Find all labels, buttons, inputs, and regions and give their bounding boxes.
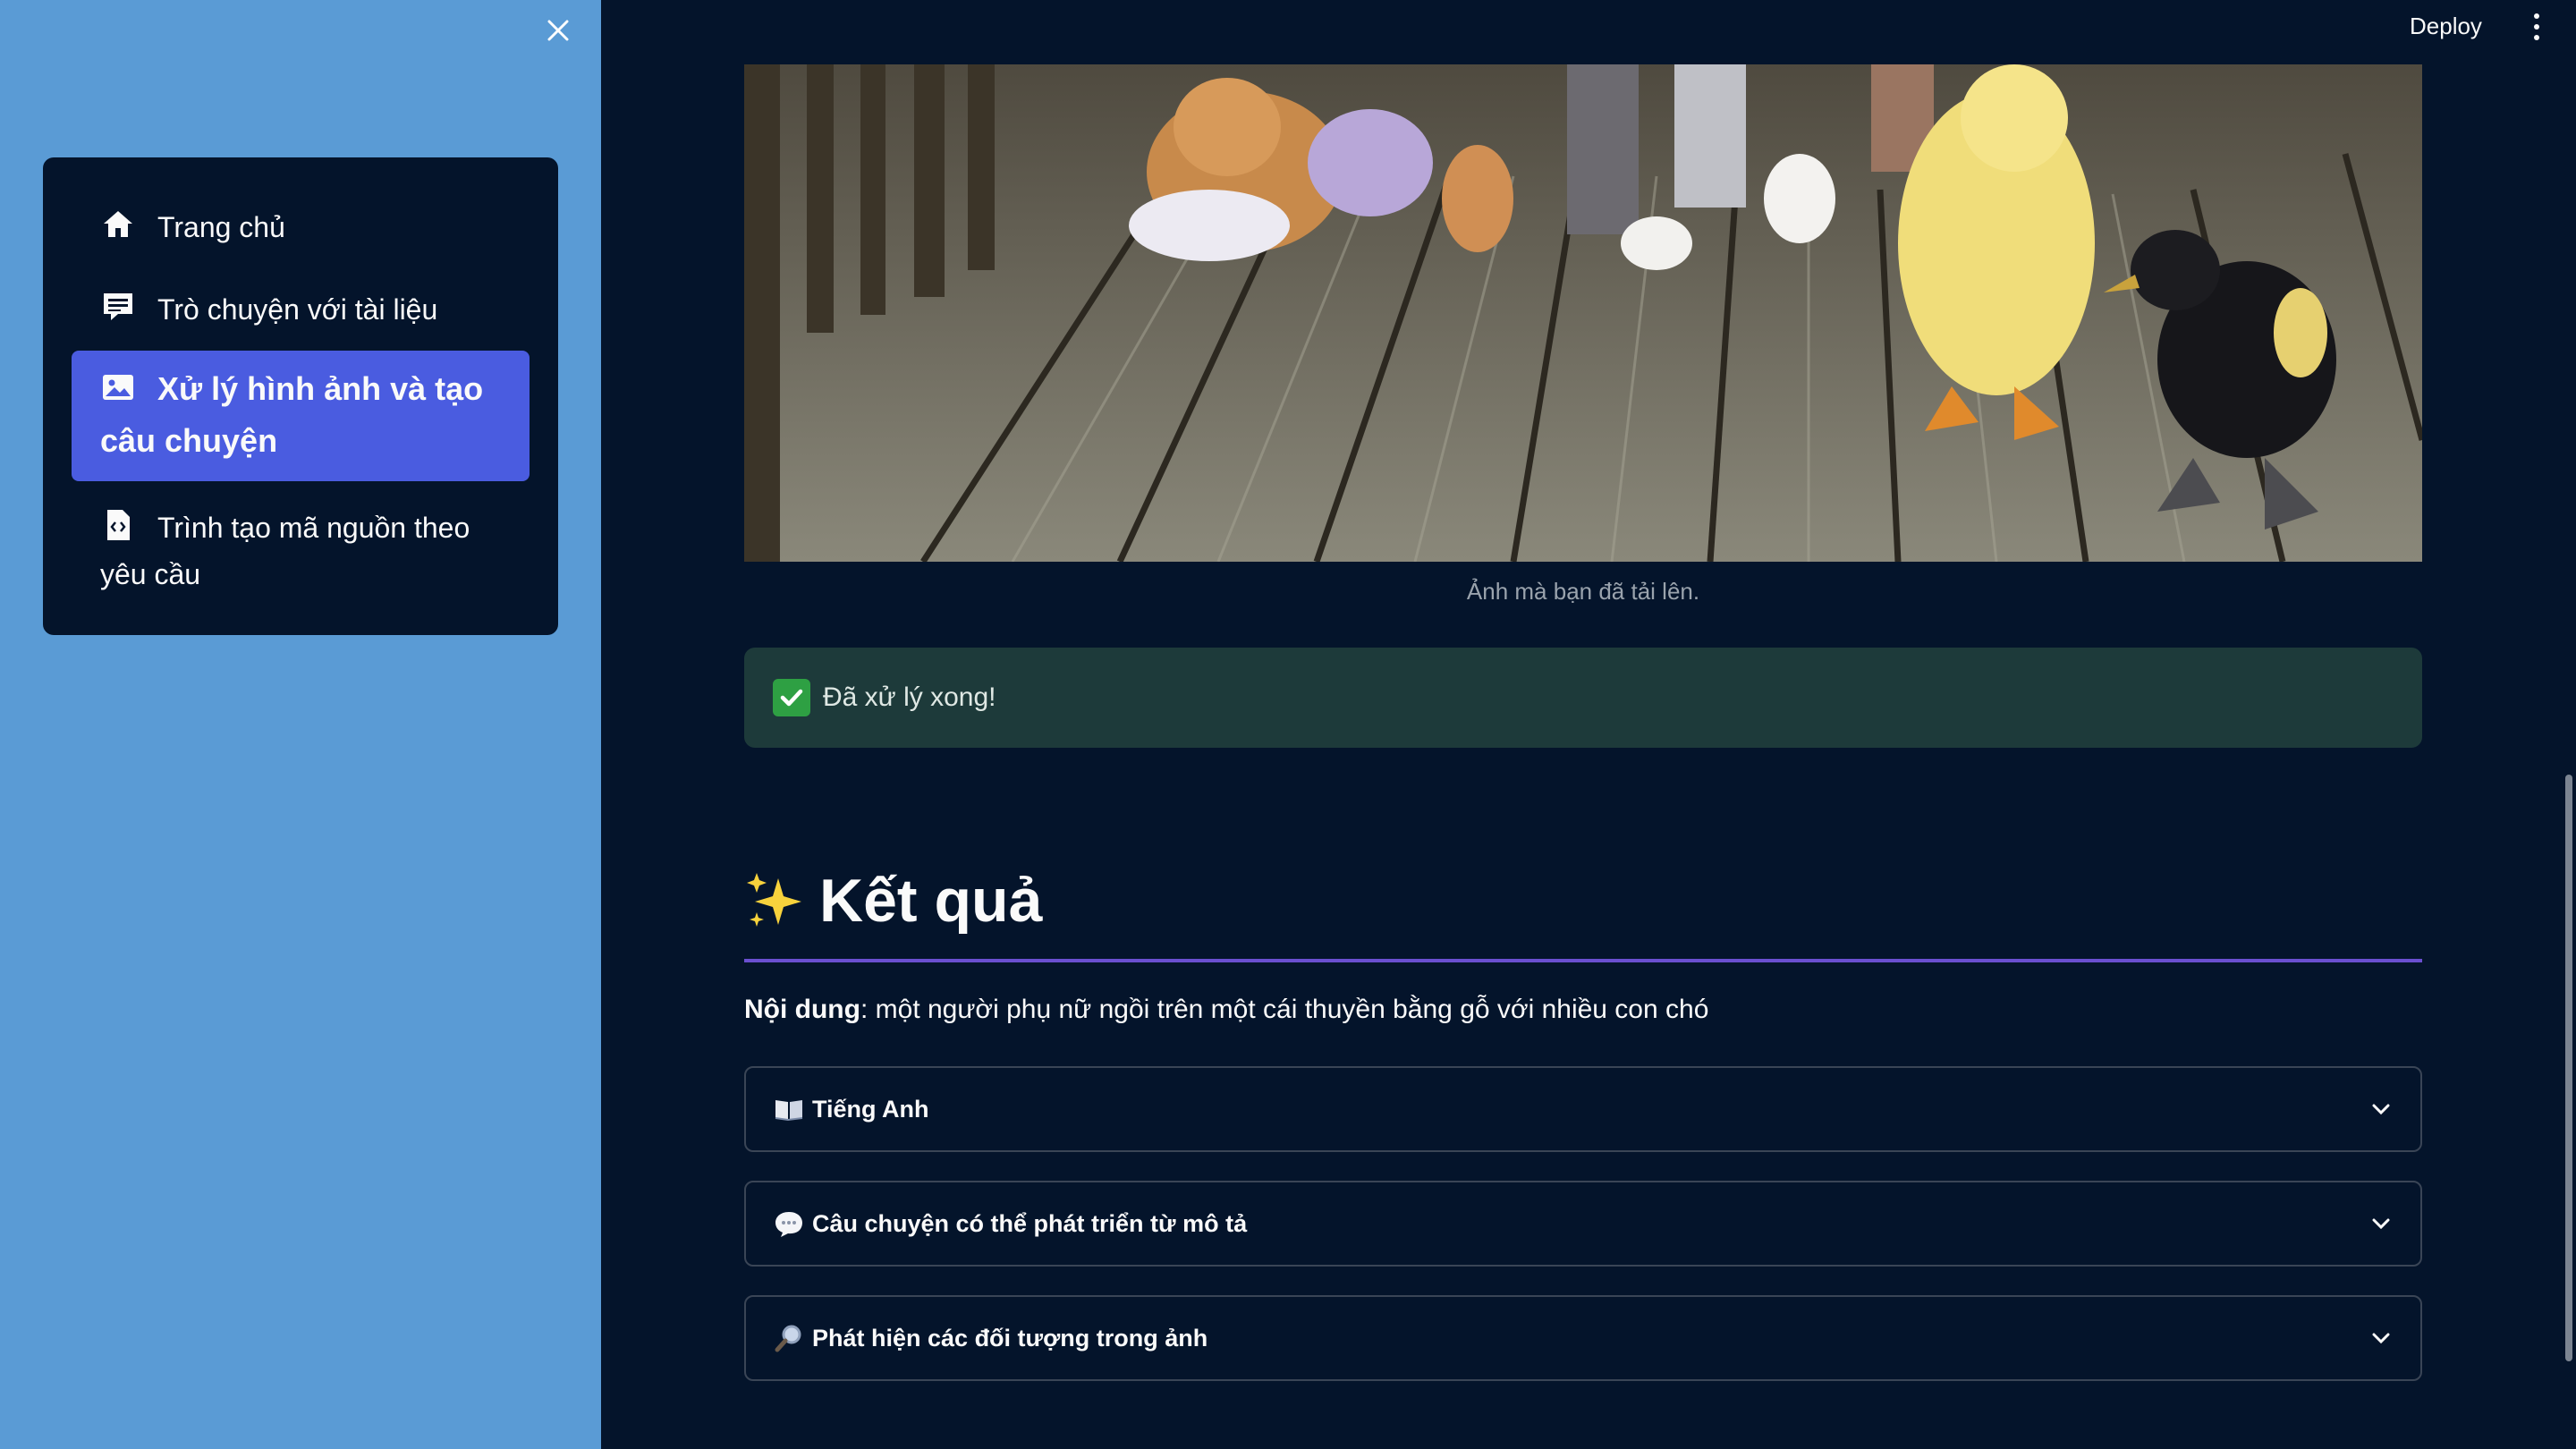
- expander-object-detection[interactable]: Phát hiện các đối tượng trong ảnh: [744, 1295, 2422, 1381]
- speech-bubble-icon: [775, 1212, 802, 1237]
- nav-item-label: Trò chuyện với tài liệu: [157, 293, 438, 326]
- uploaded-photo-illustration: [744, 64, 2422, 562]
- expander-story[interactable]: Câu chuyện có thể phát triển từ mô tả: [744, 1181, 2422, 1267]
- navigation-menu: Trang chủ Trò chuyện với tài liệu Xử lý …: [43, 157, 558, 635]
- check-mark-icon: [773, 679, 810, 716]
- more-vertical-icon: [2534, 13, 2539, 19]
- content-text: : một người phụ nữ ngồi trên một cái thu…: [860, 995, 1709, 1024]
- code-file-icon: [107, 510, 130, 540]
- results-title: Kết quả: [819, 867, 1043, 935]
- expander-label: Phát hiện các đối tượng trong ảnh: [812, 1324, 1208, 1352]
- image-icon: [103, 375, 133, 400]
- expander-label: Tiếng Anh: [812, 1095, 929, 1123]
- sidebar: Trang chủ Trò chuyện với tài liệu Xử lý …: [0, 0, 601, 1449]
- heading-divider: [744, 959, 2422, 962]
- chevron-down-icon: [2372, 1333, 2390, 1344]
- success-alert: Đã xử lý xong!: [744, 648, 2422, 748]
- nav-item-image-story[interactable]: Xử lý hình ảnh và tạo câu chuyện: [72, 351, 530, 481]
- scrollbar[interactable]: [2565, 775, 2572, 1361]
- chevron-down-icon: [2372, 1104, 2390, 1115]
- main-menu-button[interactable]: [2521, 9, 2553, 45]
- nav-item-label: Trang chủ: [157, 211, 285, 243]
- nav-item-home[interactable]: Trang chủ: [72, 186, 530, 268]
- chat-icon: [104, 293, 132, 320]
- magnifier-icon: [775, 1325, 801, 1352]
- image-caption: Ảnh mà bạn đã tải lên.: [1466, 578, 1700, 605]
- uploaded-image: [744, 64, 2422, 562]
- nav-item-label: Xử lý hình ảnh và tạo câu chuyện: [100, 370, 484, 459]
- sparkles-icon: [747, 873, 801, 927]
- content-description: Nội dung: một người phụ nữ ngồi trên một…: [744, 995, 1708, 1025]
- nav-item-chat-documents[interactable]: Trò chuyện với tài liệu: [72, 268, 530, 351]
- results-heading: Kết quả: [744, 866, 1042, 936]
- nav-item-label: Trình tạo mã nguồn theo yêu cầu: [100, 512, 470, 590]
- chevron-down-icon: [2372, 1218, 2390, 1230]
- expander-label: Câu chuyện có thể phát triển từ mô tả: [812, 1209, 1248, 1237]
- sidebar-close-button[interactable]: [542, 14, 574, 47]
- book-icon: [775, 1100, 803, 1122]
- nav-item-code-generator[interactable]: Trình tạo mã nguồn theo yêu cầu: [72, 490, 530, 601]
- content-label: Nội dung: [744, 995, 860, 1024]
- home-icon: [104, 211, 132, 237]
- deploy-button[interactable]: Deploy: [2397, 7, 2495, 46]
- close-icon: [547, 20, 569, 41]
- success-message: Đã xử lý xong!: [823, 682, 996, 712]
- expander-english[interactable]: Tiếng Anh: [744, 1066, 2422, 1152]
